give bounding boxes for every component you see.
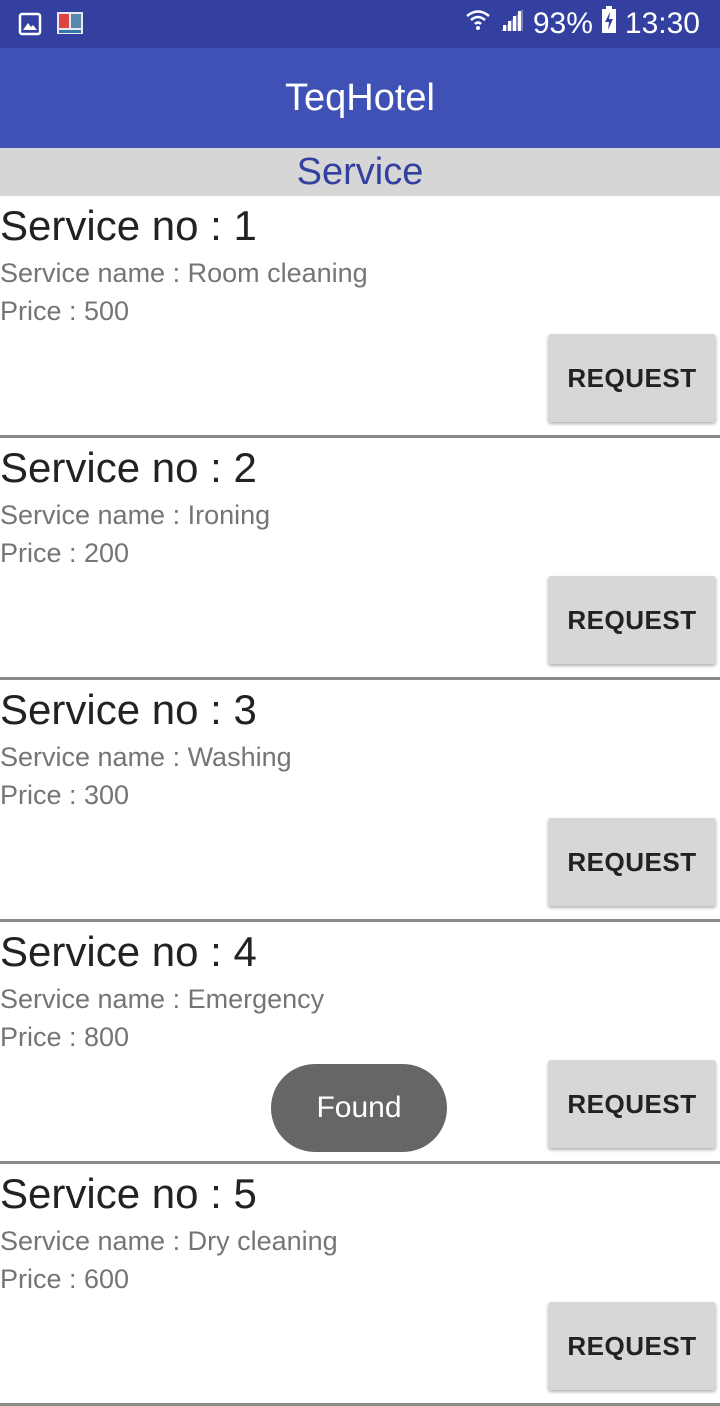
app-bar: TeqHotel (0, 48, 720, 148)
request-button[interactable]: REQUEST (548, 818, 716, 906)
service-price: Price : 500 (0, 296, 130, 326)
service-price: Price : 200 (0, 538, 130, 568)
service-name: Service name : Ironing (0, 500, 271, 530)
service-card: Service no : 1 Service name : Room clean… (0, 196, 720, 438)
service-card: Service no : 2 Service name : Ironing Pr… (0, 438, 720, 680)
wifi-icon (465, 7, 491, 41)
service-card: Service no : 3 Service name : Washing Pr… (0, 680, 720, 922)
status-bar: 93% 13:30 (0, 0, 720, 48)
toast-message: Found (271, 1064, 447, 1152)
service-name: Service name : Room cleaning (0, 258, 368, 288)
service-name: Service name : Washing (0, 742, 292, 772)
request-button[interactable]: REQUEST (548, 1302, 716, 1390)
signal-icon (499, 7, 525, 41)
service-card: Service no : 5 Service name : Dry cleani… (0, 1164, 720, 1406)
app-title: TeqHotel (285, 76, 435, 119)
section-header: Service (0, 148, 720, 196)
clock: 13:30 (624, 7, 700, 40)
toast-text: Found (316, 1091, 402, 1124)
battery-charging-icon (601, 6, 617, 42)
status-bar-system: 93% 13:30 (465, 6, 700, 42)
battery-percent: 93% (532, 7, 593, 40)
service-number: Service no : 1 (0, 202, 257, 249)
gallery-icon (18, 12, 42, 41)
service-number: Service no : 4 (0, 928, 257, 975)
service-list[interactable]: Service no : 1 Service name : Room clean… (0, 196, 720, 1406)
service-number: Service no : 5 (0, 1170, 257, 1217)
request-button[interactable]: REQUEST (548, 576, 716, 664)
service-price: Price : 800 (0, 1022, 130, 1052)
book-app-icon (56, 10, 84, 43)
service-price: Price : 300 (0, 780, 130, 810)
service-number: Service no : 3 (0, 686, 257, 733)
status-bar-notifications (18, 10, 84, 43)
request-button[interactable]: REQUEST (548, 334, 716, 422)
service-name: Service name : Dry cleaning (0, 1226, 338, 1256)
service-name: Service name : Emergency (0, 984, 325, 1014)
section-title: Service (296, 150, 424, 193)
service-number: Service no : 2 (0, 444, 257, 491)
request-button[interactable]: REQUEST (548, 1060, 716, 1148)
